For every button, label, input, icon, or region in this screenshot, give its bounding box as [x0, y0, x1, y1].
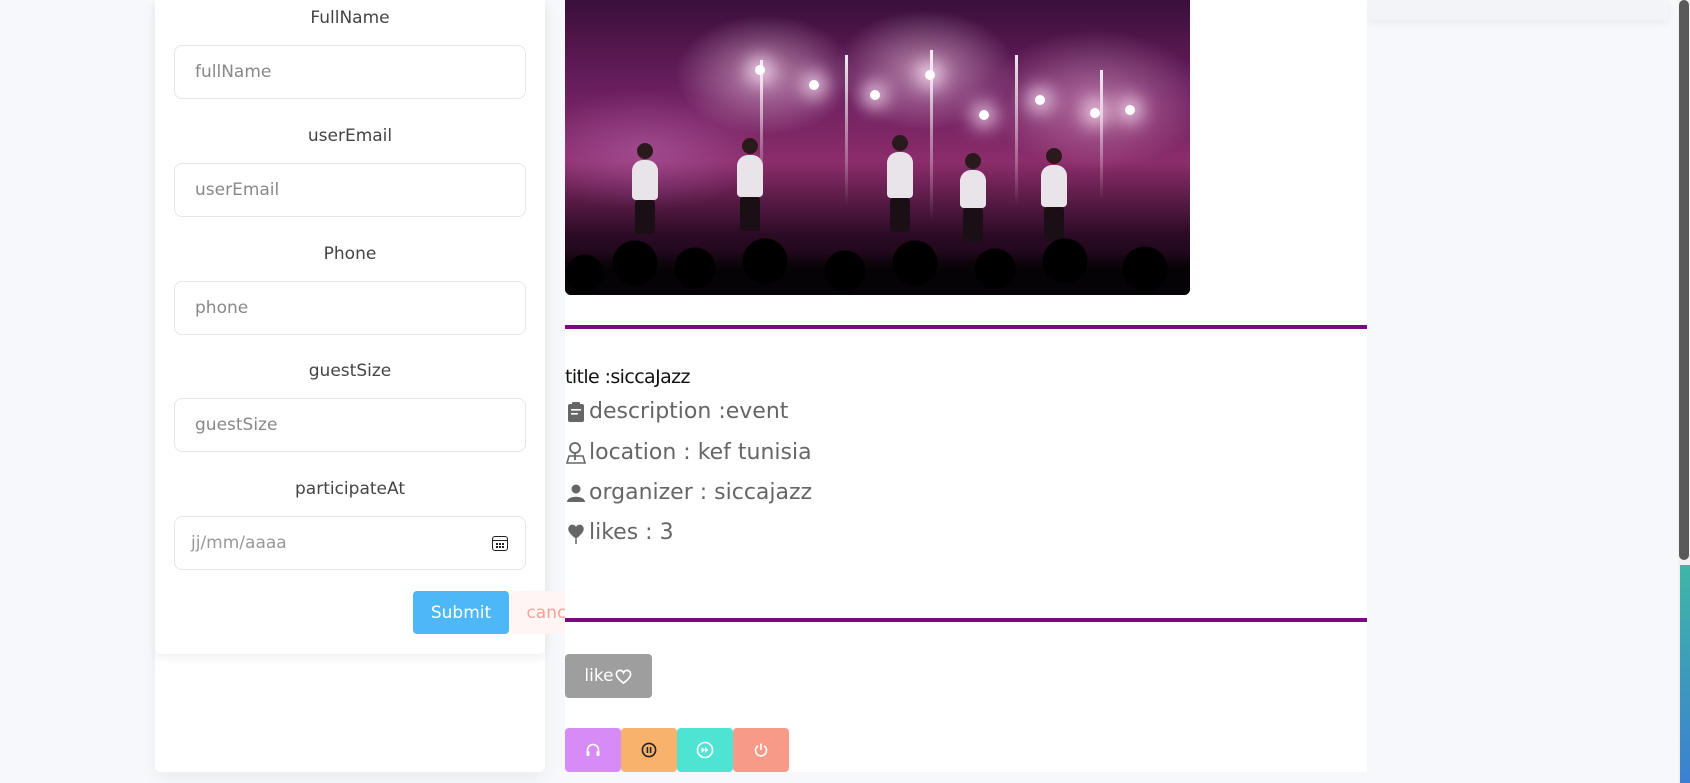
guestsize-input[interactable] — [174, 398, 526, 452]
top-strip — [1368, 0, 1668, 20]
clipboard-icon — [568, 401, 584, 422]
event-detail-card: title :siccaJazz description :event loca… — [565, 0, 1367, 772]
phone-input[interactable] — [174, 281, 526, 335]
participateat-date-input[interactable]: jj/mm/aaaa — [174, 516, 526, 570]
useremail-label: userEmail — [307, 126, 393, 146]
event-image — [565, 0, 1190, 295]
event-organizer-text: organizer : siccajazz — [589, 480, 813, 505]
fullname-input[interactable] — [174, 45, 526, 99]
like-button[interactable]: like — [565, 654, 652, 698]
event-organizer: organizer : siccajazz — [565, 480, 812, 505]
section-divider — [565, 618, 1367, 622]
event-location-text: location : kef tunisia — [589, 440, 812, 465]
location-person-icon — [565, 441, 587, 464]
guestsize-label: guestSize — [308, 361, 392, 381]
heart-pin-icon — [568, 524, 584, 544]
crowd-silhouette — [565, 233, 1190, 295]
section-divider — [565, 325, 1367, 329]
edge-gradient — [1680, 565, 1690, 783]
useremail-input[interactable] — [174, 163, 526, 217]
event-description-text: description :event — [589, 399, 789, 424]
stage-light — [755, 65, 765, 75]
heart-outline-icon — [615, 669, 632, 684]
fast-forward-icon — [696, 741, 714, 759]
headphones-icon — [586, 743, 600, 756]
performer — [887, 135, 913, 232]
headphones-button[interactable] — [565, 728, 621, 772]
event-location: location : kef tunisia — [565, 440, 812, 465]
stage-light — [870, 90, 880, 100]
performer — [737, 138, 763, 231]
performer — [960, 153, 986, 242]
stage-light-beam — [1100, 70, 1103, 200]
stage-light-beam — [1015, 55, 1018, 205]
pause-button[interactable] — [621, 728, 677, 772]
participation-form-card: FullName userEmail Phone guestSize parti… — [155, 0, 597, 772]
power-icon — [754, 743, 768, 757]
participation-form: FullName userEmail Phone guestSize parti… — [155, 0, 545, 654]
performer — [1041, 148, 1067, 241]
event-likes: likes : 3 — [565, 520, 674, 545]
stage-light — [1090, 108, 1100, 118]
stage-light — [1125, 105, 1135, 115]
performer — [632, 143, 658, 234]
date-placeholder: jj/mm/aaaa — [191, 533, 287, 553]
event-likes-text: likes : 3 — [589, 520, 674, 545]
event-description: description :event — [565, 399, 788, 424]
power-button[interactable] — [733, 728, 789, 772]
pause-icon — [641, 742, 657, 758]
fast-forward-button[interactable] — [677, 728, 733, 772]
stage-light — [925, 70, 935, 80]
scrollbar-thumb[interactable] — [1679, 0, 1689, 560]
stage-light-beam — [845, 55, 848, 205]
stage-light — [979, 110, 989, 120]
stage-light — [1035, 95, 1045, 105]
event-title: title :siccaJazz — [565, 366, 691, 388]
calendar-icon[interactable] — [492, 535, 508, 551]
submit-button[interactable]: Submit — [413, 591, 509, 634]
fullname-label: FullName — [310, 8, 390, 28]
like-button-label: like — [584, 666, 614, 686]
participateat-label: participateAt — [295, 479, 405, 499]
stage-light — [809, 80, 819, 90]
phone-label: Phone — [323, 244, 377, 264]
person-icon — [567, 484, 585, 502]
